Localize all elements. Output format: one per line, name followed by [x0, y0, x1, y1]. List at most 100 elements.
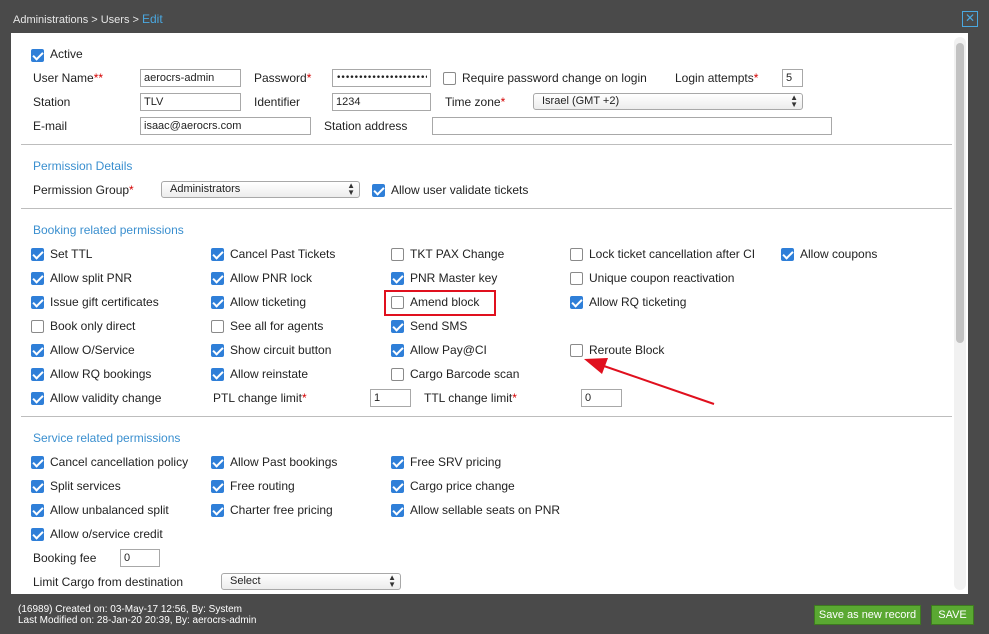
allow-validity-change-checkbox[interactable]	[31, 392, 44, 405]
set-ttl-checkbox[interactable]	[31, 248, 44, 261]
active-label: Active	[50, 47, 83, 61]
issue-gift-certificates-label: Issue gift certificates	[50, 295, 159, 309]
allow-validity-change-label: Allow validity change	[50, 391, 162, 405]
allow-coupons-checkbox[interactable]	[781, 248, 794, 261]
email-input[interactable]	[140, 117, 311, 135]
divider	[21, 416, 952, 417]
select-arrows-icon: ▲ ▼	[347, 181, 355, 197]
set-ttl-label: Set TTL	[50, 247, 93, 261]
cargo-barcode-scan-label: Cargo Barcode scan	[410, 367, 520, 381]
allow-validate-tickets-label: Allow user validate tickets	[391, 183, 529, 197]
timezone-select-value: Israel (GMT +2)	[542, 95, 620, 107]
allow-rq-ticketing-checkbox[interactable]	[570, 296, 583, 309]
free-routing-checkbox[interactable]	[211, 480, 224, 493]
modified-info: Last Modified on: 28-Jan-20 20:39, By: a…	[18, 615, 257, 626]
lock-ticket-cancellation-after-ci-checkbox[interactable]	[570, 248, 583, 261]
charter-free-pricing-checkbox[interactable]	[211, 504, 224, 517]
allow-past-bookings-checkbox[interactable]	[211, 456, 224, 469]
pnr-master-key-label: PNR Master key	[410, 271, 498, 285]
require-password-change-checkbox[interactable]	[443, 72, 456, 85]
cargo-barcode-scan-checkbox[interactable]	[391, 368, 404, 381]
tkt-pax-change-checkbox[interactable]	[391, 248, 404, 261]
close-icon[interactable]: ✕	[962, 11, 978, 27]
divider	[21, 208, 952, 209]
allow-ticketing-checkbox[interactable]	[211, 296, 224, 309]
cancel-past-tickets-checkbox[interactable]	[211, 248, 224, 261]
ptl-change-limit-input[interactable]	[370, 389, 411, 407]
station-address-label: Station address	[324, 119, 408, 133]
form-content: Active User Name** Password* Require pas…	[11, 33, 952, 594]
station-address-input[interactable]	[432, 117, 832, 135]
allow-reinstate-checkbox[interactable]	[211, 368, 224, 381]
allow-past-bookings-label: Allow Past bookings	[230, 455, 338, 469]
allow-rq-bookings-label: Allow RQ bookings	[50, 367, 152, 381]
see-all-for-agents-checkbox[interactable]	[211, 320, 224, 333]
permission-group-select[interactable]: Administrators ▲ ▼	[161, 181, 360, 198]
cargo-price-change-checkbox[interactable]	[391, 480, 404, 493]
unique-coupon-reactivation-checkbox[interactable]	[570, 272, 583, 285]
breadcrumb: Administrations > Users > Edit	[13, 12, 163, 26]
allow-split-pnr-checkbox[interactable]	[31, 272, 44, 285]
password-input[interactable]	[332, 69, 431, 87]
booking-fee-input[interactable]	[120, 549, 160, 567]
permission-details-title: Permission Details	[33, 159, 133, 173]
pnr-master-key-checkbox[interactable]	[391, 272, 404, 285]
allow-pay-ci-label: Allow Pay@CI	[410, 343, 487, 357]
allow-sellable-seats-on-pnr-checkbox[interactable]	[391, 504, 404, 517]
cancel-past-tickets-label: Cancel Past Tickets	[230, 247, 336, 261]
identifier-label: Identifier	[254, 95, 301, 109]
book-only-direct-label: Book only direct	[50, 319, 136, 333]
active-checkbox[interactable]	[31, 49, 44, 62]
save-button[interactable]: SAVE	[931, 605, 974, 625]
allow-pnr-lock-checkbox[interactable]	[211, 272, 224, 285]
permission-group-select-value: Administrators	[170, 183, 241, 195]
divider	[21, 144, 952, 145]
allow-validate-tickets-checkbox[interactable]	[372, 184, 385, 197]
permission-group-label: Permission Group*	[33, 183, 134, 197]
breadcrumb-current[interactable]: Edit	[142, 12, 163, 26]
allow-o-service-credit-label: Allow o/service credit	[50, 527, 163, 541]
allow-rq-bookings-checkbox[interactable]	[31, 368, 44, 381]
login-attempts-input[interactable]	[782, 69, 803, 87]
identifier-input[interactable]	[332, 93, 431, 111]
limit-cargo-select[interactable]: Select ▲ ▼	[221, 573, 401, 590]
timezone-select[interactable]: Israel (GMT +2) ▲ ▼	[533, 93, 803, 110]
allow-pnr-lock-label: Allow PNR lock	[230, 271, 313, 285]
show-circuit-button-label: Show circuit button	[230, 343, 332, 357]
show-circuit-button-checkbox[interactable]	[211, 344, 224, 357]
allow-unbalanced-split-label: Allow unbalanced split	[50, 503, 169, 517]
see-all-for-agents-label: See all for agents	[230, 319, 324, 333]
lock-ticket-cancellation-after-ci-label: Lock ticket cancellation after CI	[589, 247, 756, 261]
annotation-arrow-icon	[584, 358, 715, 405]
free-routing-label: Free routing	[230, 479, 295, 493]
email-label: E-mail	[33, 119, 68, 133]
cargo-price-change-label: Cargo price change	[410, 479, 515, 493]
allow-o-service-credit-checkbox[interactable]	[31, 528, 44, 541]
book-only-direct-checkbox[interactable]	[31, 320, 44, 333]
scrollbar-thumb[interactable]	[956, 43, 964, 343]
highlight-box	[384, 290, 496, 316]
issue-gift-certificates-checkbox[interactable]	[31, 296, 44, 309]
split-services-checkbox[interactable]	[31, 480, 44, 493]
booking-permissions-title: Booking related permissions	[33, 223, 184, 237]
send-sms-checkbox[interactable]	[391, 320, 404, 333]
allow-o-service-checkbox[interactable]	[31, 344, 44, 357]
title-bar: Administrations > Users > Edit ✕	[0, 0, 989, 34]
ttl-change-limit-label: TTL change limit*	[424, 391, 517, 405]
breadcrumb-path: Administrations > Users >	[13, 14, 142, 26]
free-srv-pricing-label: Free SRV pricing	[410, 455, 502, 469]
cancel-cancellation-policy-checkbox[interactable]	[31, 456, 44, 469]
allow-sellable-seats-on-pnr-label: Allow sellable seats on PNR	[410, 503, 561, 517]
booking-fee-label: Booking fee	[33, 551, 97, 565]
allow-pay-ci-checkbox[interactable]	[391, 344, 404, 357]
send-sms-label: Send SMS	[410, 319, 468, 333]
station-input[interactable]	[140, 93, 241, 111]
username-input[interactable]	[140, 69, 241, 87]
select-arrows-icon: ▲ ▼	[388, 573, 396, 589]
save-as-new-record-button[interactable]: Save as new record	[814, 605, 921, 625]
login-attempts-label: Login attempts*	[675, 71, 759, 85]
allow-unbalanced-split-checkbox[interactable]	[31, 504, 44, 517]
free-srv-pricing-checkbox[interactable]	[391, 456, 404, 469]
timezone-label: Time zone*	[445, 95, 506, 109]
unique-coupon-reactivation-label: Unique coupon reactivation	[589, 271, 735, 285]
